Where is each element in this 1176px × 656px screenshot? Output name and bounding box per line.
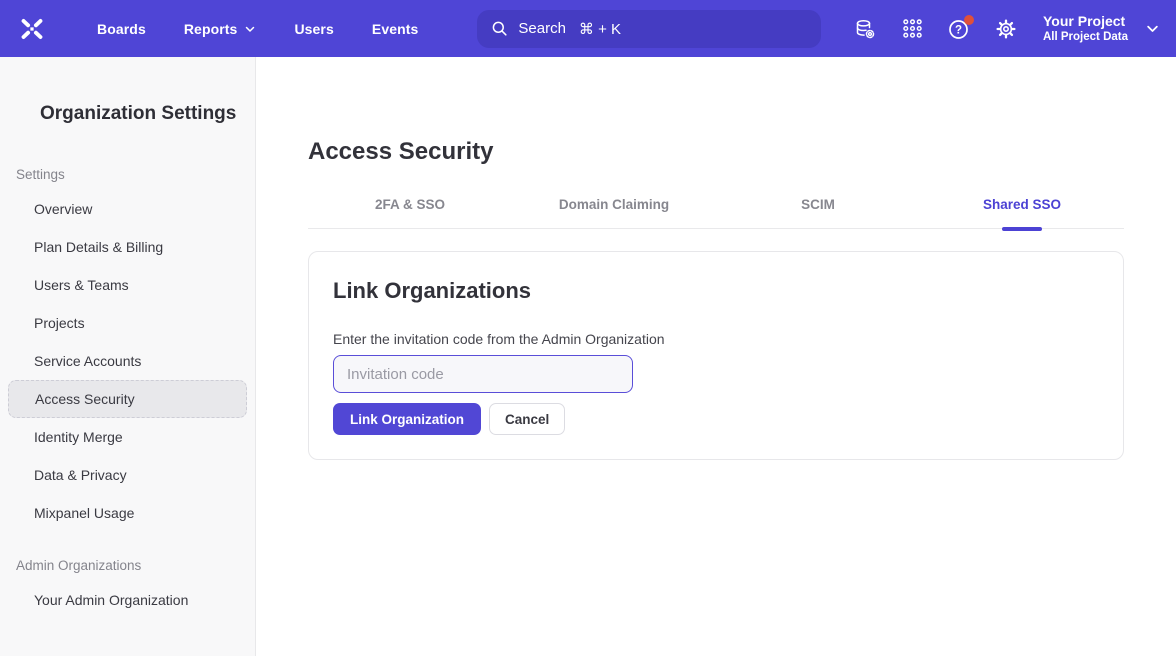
tab-shared-sso[interactable]: Shared SSO	[920, 197, 1124, 228]
settings-sidebar: Organization Settings Settings Overview …	[0, 57, 256, 656]
sidebar-item-overview[interactable]: Overview	[0, 190, 255, 228]
sidebar-item-plan-details-billing[interactable]: Plan Details & Billing	[0, 228, 255, 266]
search-input[interactable]: Search ⌘ + K	[477, 10, 821, 48]
sidebar-item-access-security[interactable]: Access Security	[8, 380, 247, 418]
chevron-down-icon	[1145, 21, 1160, 36]
nav-item-label: Users	[294, 21, 333, 37]
sidebar-item-your-admin-organization[interactable]: Your Admin Organization	[0, 581, 255, 619]
search-shortcut: ⌘ + K	[579, 20, 621, 38]
tab-scim[interactable]: SCIM	[716, 197, 920, 228]
sidebar-item-service-accounts[interactable]: Service Accounts	[0, 342, 255, 380]
project-texts: Your Project All Project Data	[1043, 12, 1128, 45]
help-icon[interactable]: ?	[946, 16, 972, 42]
sidebar-item-mixpanel-usage[interactable]: Mixpanel Usage	[0, 494, 255, 532]
apps-grid-icon[interactable]	[899, 16, 925, 42]
settings-items: Overview Plan Details & Billing Users & …	[0, 190, 255, 532]
access-security-tabs: 2FA & SSO Domain Claiming SCIM Shared SS…	[308, 197, 1124, 229]
nav-item-reports[interactable]: Reports	[165, 21, 276, 37]
nav-item-label: Boards	[97, 21, 146, 37]
sidebar-section-admin-organizations: Admin Organizations	[16, 558, 255, 573]
card-actions: Link Organization Cancel	[333, 403, 1099, 435]
search-icon	[490, 19, 509, 38]
settings-gear-icon[interactable]	[993, 16, 1019, 42]
chevron-down-icon	[244, 23, 256, 35]
nav-item-events[interactable]: Events	[353, 21, 438, 37]
nav-item-users[interactable]: Users	[275, 21, 352, 37]
mixpanel-logo-icon	[19, 16, 45, 42]
sidebar-item-users-teams[interactable]: Users & Teams	[0, 266, 255, 304]
admin-organization-items: Your Admin Organization	[0, 581, 255, 619]
project-scope: All Project Data	[1043, 30, 1128, 45]
card-title: Link Organizations	[333, 278, 1099, 304]
sidebar-item-identity-merge[interactable]: Identity Merge	[0, 418, 255, 456]
notification-badge	[964, 15, 974, 25]
nav-item-label: Events	[372, 21, 419, 37]
link-organization-button[interactable]: Link Organization	[333, 403, 481, 435]
main-content: Access Security 2FA & SSO Domain Claimin…	[256, 57, 1176, 656]
search-placeholder: Search	[518, 20, 566, 37]
link-organizations-card: Link Organizations Enter the invitation …	[308, 251, 1124, 460]
page-title: Access Security	[308, 57, 1124, 165]
cancel-button[interactable]: Cancel	[489, 403, 565, 435]
nav-item-boards[interactable]: Boards	[78, 21, 165, 37]
top-navbar: Boards Reports Users Events Search ⌘ + K	[0, 0, 1176, 57]
tab-2fa-sso[interactable]: 2FA & SSO	[308, 197, 512, 228]
sidebar-item-data-privacy[interactable]: Data & Privacy	[0, 456, 255, 494]
primary-nav: Boards Reports Users Events	[78, 21, 437, 37]
sidebar-item-projects[interactable]: Projects	[0, 304, 255, 342]
navbar-right-cluster: ? Your Projec	[831, 12, 1160, 45]
mixpanel-logo[interactable]	[18, 15, 46, 43]
sidebar-title: Organization Settings	[40, 103, 255, 125]
active-tab-underline	[1002, 227, 1042, 231]
tab-domain-claiming[interactable]: Domain Claiming	[512, 197, 716, 228]
sidebar-section-settings: Settings	[16, 167, 255, 182]
svg-text:?: ?	[955, 24, 962, 36]
invitation-code-input[interactable]	[333, 355, 633, 393]
nav-item-label: Reports	[184, 21, 238, 37]
project-switcher[interactable]: Your Project All Project Data	[1043, 12, 1160, 45]
project-name: Your Project	[1043, 12, 1128, 30]
invitation-code-label: Enter the invitation code from the Admin…	[333, 331, 1099, 347]
data-management-icon[interactable]	[852, 16, 878, 42]
